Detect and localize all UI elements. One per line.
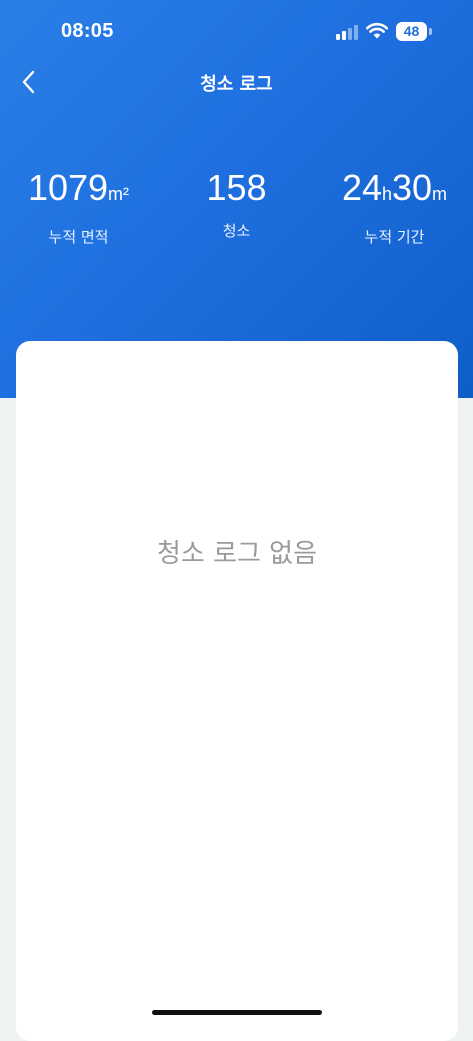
page-title: 청소 로그 xyxy=(200,74,273,95)
duration-hours: 24 xyxy=(341,167,382,208)
stat-area: 1079m² 누적 면적 xyxy=(0,168,157,247)
stat-duration-label: 누적 기간 xyxy=(364,228,425,246)
stat-count-value: 158 xyxy=(206,167,267,208)
stat-count: 158 청소 xyxy=(158,168,315,241)
area-number: 1079 xyxy=(27,167,109,208)
battery-icon: 48 xyxy=(396,22,432,41)
stat-area-value: 1079m² xyxy=(0,168,157,214)
battery-level: 48 xyxy=(396,22,427,41)
stat-duration-value: 24h30m xyxy=(316,168,473,214)
status-time: 08:05 xyxy=(61,20,114,42)
status-bar: 08:05 48 xyxy=(0,0,473,62)
empty-log-message: 청소 로그 없음 xyxy=(156,539,318,569)
duration-minutes: 30 xyxy=(392,167,433,208)
area-unit: m² xyxy=(108,184,130,204)
duration-hours-unit: h xyxy=(381,184,392,204)
stat-area-label: 누적 면적 xyxy=(48,228,109,246)
stat-duration: 24h30m 누적 기간 xyxy=(316,168,473,247)
stat-count-label: 청소 xyxy=(222,222,251,240)
wifi-icon xyxy=(366,23,388,39)
cellular-signal-icon xyxy=(336,24,360,40)
home-indicator[interactable] xyxy=(152,1010,322,1015)
duration-minutes-unit: m xyxy=(432,184,448,204)
cleaning-log-card: 청소 로그 없음 xyxy=(16,341,458,1041)
